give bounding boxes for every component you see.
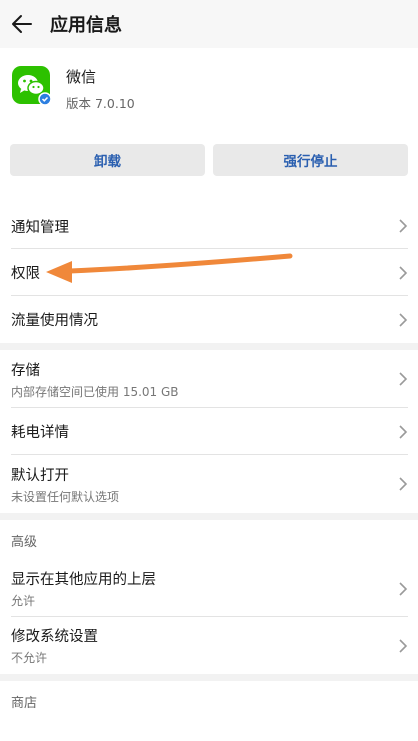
row-modify-system-settings[interactable]: 修改系统设置 不允许 (0, 617, 418, 674)
section-title-advanced: 高级 (11, 534, 38, 550)
action-buttons: 卸载 强行停止 (0, 135, 418, 192)
row-notification-management[interactable]: 通知管理 (0, 203, 418, 249)
chevron-right-icon (388, 371, 418, 387)
page-title: 应用信息 (50, 15, 122, 36)
section-general: 通知管理 权限 流量使用情况 (0, 203, 418, 343)
wechat-icon (12, 66, 52, 106)
row-subtitle: 未设置任何默认选项 (11, 489, 120, 504)
row-label: 显示在其他应用的上层 (11, 572, 156, 588)
uninstall-button[interactable]: 卸载 (10, 144, 205, 176)
force-stop-button[interactable]: 强行停止 (213, 144, 408, 176)
app-version: 版本 7.0.10 (66, 96, 135, 111)
row-subtitle: 不允许 (11, 651, 48, 665)
row-label: 通知管理 (11, 219, 69, 236)
section-storage: 存储 内部存储空间已使用 15.01 GB 耗电详情 默认打开 未设置任何默认选… (0, 350, 418, 513)
back-button[interactable] (0, 0, 44, 48)
app-name: 微信 (66, 68, 97, 86)
app-card: 微信 版本 7.0.10 (0, 48, 418, 135)
row-storage[interactable]: 存储 内部存储空间已使用 15.01 GB (0, 350, 418, 408)
row-display-over-other-apps[interactable]: 显示在其他应用的上层 允许 (0, 560, 418, 617)
row-battery-details[interactable]: 耗电详情 (0, 408, 418, 455)
title-bar: 应用信息 (0, 0, 418, 48)
row-label: 默认打开 (11, 467, 69, 484)
row-subtitle: 允许 (11, 594, 36, 608)
row-label: 存储 (11, 362, 40, 379)
chevron-right-icon (388, 476, 418, 492)
row-permissions[interactable]: 权限 (0, 249, 418, 296)
row-label: 修改系统设置 (11, 629, 98, 645)
back-arrow-icon (12, 15, 32, 33)
row-label: 权限 (11, 266, 40, 282)
section-store: 商店 (0, 681, 418, 741)
chevron-right-icon (388, 265, 418, 281)
chevron-right-icon (388, 638, 418, 654)
row-open-by-default[interactable]: 默认打开 未设置任何默认选项 (0, 455, 418, 513)
row-data-usage[interactable]: 流量使用情况 (0, 296, 418, 343)
section-title-store: 商店 (11, 695, 38, 711)
row-subtitle: 内部存储空间已使用 15.01 GB (11, 384, 179, 399)
row-label: 流量使用情况 (11, 313, 98, 329)
chevron-right-icon (388, 581, 418, 597)
chevron-right-icon (388, 218, 418, 234)
section-advanced: 高级 显示在其他应用的上层 允许 修改系统设置 不允许 (0, 520, 418, 674)
chevron-right-icon (388, 312, 418, 328)
row-label: 耗电详情 (11, 425, 69, 441)
chevron-right-icon (388, 424, 418, 440)
